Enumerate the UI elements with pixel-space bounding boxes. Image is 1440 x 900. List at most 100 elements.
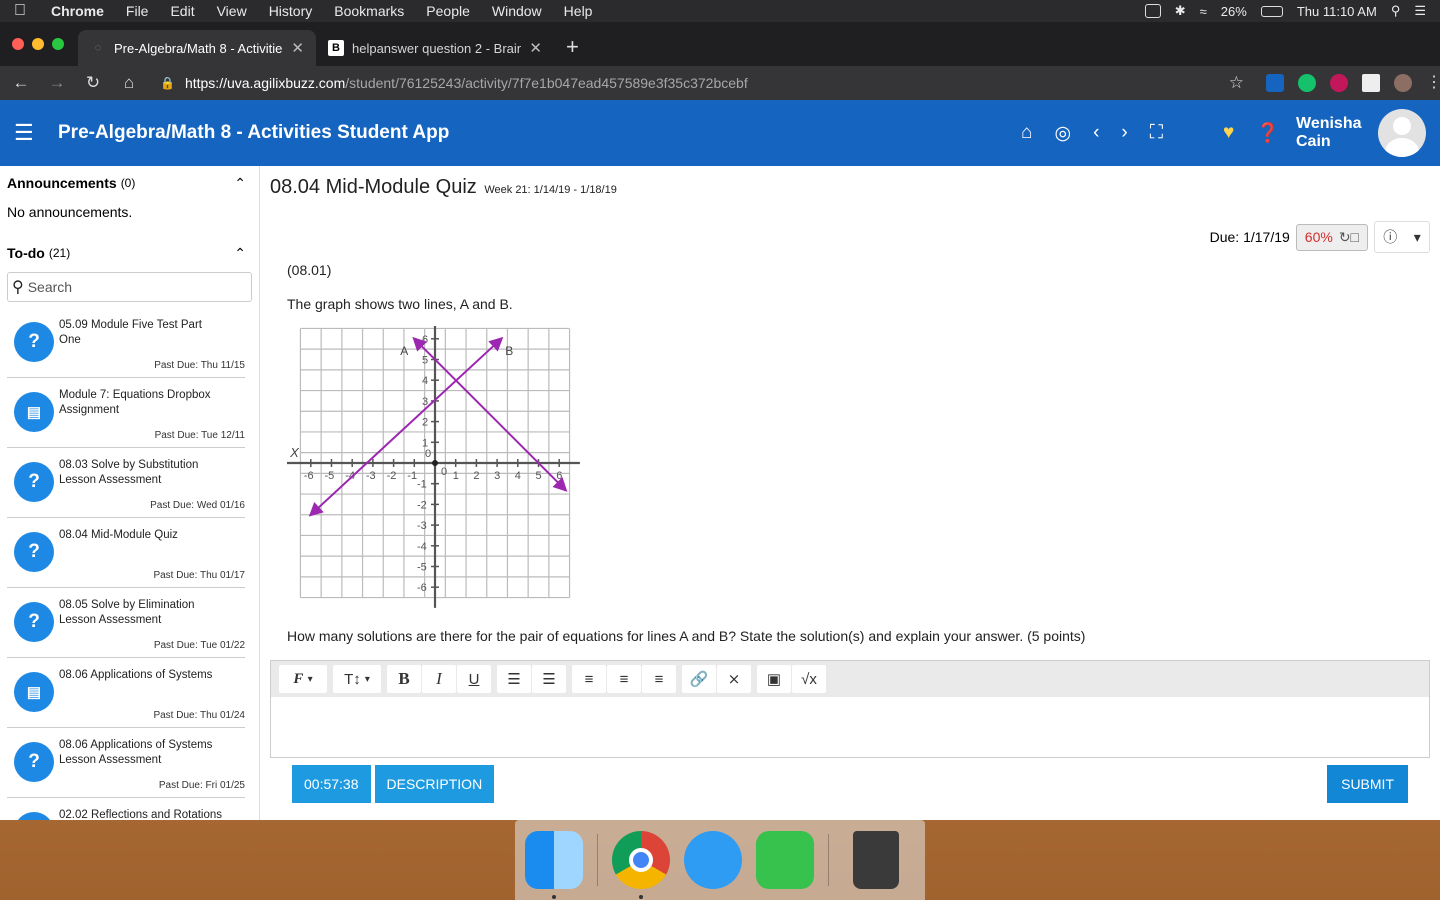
- extension-ie-icon[interactable]: [1362, 74, 1380, 92]
- y-tick-label: -5: [417, 562, 427, 574]
- score-badge[interactable]: 60% ↻□: [1295, 223, 1368, 251]
- app-title: Pre-Algebra/Math 8 - Activities Student …: [58, 122, 450, 143]
- menu-app-name[interactable]: Chrome: [40, 3, 115, 19]
- chevron-up-icon[interactable]: ⌃: [234, 175, 246, 192]
- x-tick-label: -5: [325, 470, 335, 482]
- tab-close-icon[interactable]: ✕: [291, 39, 304, 57]
- apple-icon[interactable]: : [0, 2, 40, 20]
- menu-history[interactable]: History: [258, 3, 324, 19]
- unlink-icon[interactable]: ⨯: [717, 665, 751, 693]
- user-first-name: Wenisha: [1296, 115, 1362, 132]
- answer-textarea[interactable]: [271, 697, 1429, 757]
- fullscreen-icon[interactable]: ⛶: [1150, 122, 1163, 144]
- origin-label: 0: [441, 466, 447, 478]
- wifi-icon[interactable]: ≈: [1200, 4, 1207, 19]
- bluetooth-icon[interactable]: ✱: [1175, 3, 1186, 19]
- score-value: 60%: [1304, 229, 1333, 245]
- bookmark-star-icon[interactable]: ☆: [1229, 73, 1244, 93]
- new-tab-button[interactable]: +: [554, 34, 591, 66]
- italic-button[interactable]: I: [422, 665, 456, 693]
- clock[interactable]: Thu 11:10 AM: [1297, 4, 1377, 19]
- brainly-icon[interactable]: [1144, 4, 1161, 18]
- messages-icon[interactable]: [684, 831, 742, 889]
- search-icon: ⚲: [12, 279, 24, 296]
- submit-button[interactable]: SUBMIT: [1327, 765, 1408, 803]
- heart-extension-icon[interactable]: [1330, 74, 1348, 92]
- trash-icon[interactable]: [853, 831, 899, 889]
- zoom-window-button[interactable]: [52, 38, 64, 50]
- battery-icon[interactable]: [1260, 5, 1283, 17]
- todo-item[interactable]: ? 02.02 Reflections and Rotations: [7, 798, 245, 820]
- todo-item[interactable]: ▤ 08.06 Applications of Systems Past Due: …: [7, 658, 245, 728]
- site-favicon-icon: ◌: [94, 42, 102, 54]
- align-left-icon[interactable]: ≡: [572, 665, 606, 693]
- todo-search-input[interactable]: ⚲ Search: [7, 272, 252, 302]
- info-dropdown-button[interactable]: ⓘ ▾: [1374, 221, 1430, 253]
- battery-percent[interactable]: 26%: [1221, 4, 1247, 19]
- address-bar[interactable]: 🔒 https://uva.agilixbuzz.com/student/761…: [154, 70, 1252, 96]
- font-family-button[interactable]: F ▾: [279, 665, 327, 693]
- lock-icon[interactable]: 🔒: [160, 76, 175, 90]
- chrome-menu-icon[interactable]: ⋮: [1426, 74, 1440, 92]
- todo-item[interactable]: ? 08.06 Applications of Systems Lesson As…: [7, 728, 245, 798]
- running-indicator: [639, 895, 643, 899]
- link-icon[interactable]: 🔗: [682, 665, 716, 693]
- tab-brainly[interactable]: B helpanswer question 2 - Brainly ✕: [316, 30, 554, 66]
- underline-button[interactable]: U: [457, 665, 491, 693]
- back-icon[interactable]: ←: [10, 73, 32, 93]
- chevron-right-icon[interactable]: ›: [1121, 122, 1127, 144]
- todo-item[interactable]: ? 08.04 Mid-Module Quiz Past Due: Thu 01/1…: [7, 518, 245, 588]
- menu-help[interactable]: Help: [553, 3, 604, 19]
- bullet-list-icon[interactable]: ☰: [497, 665, 531, 693]
- spotlight-search-icon[interactable]: ⚲: [1391, 3, 1401, 19]
- minimize-window-button[interactable]: [32, 38, 44, 50]
- app-header: ☰ Pre-Algebra/Math 8 - Activities Studen…: [0, 100, 1440, 166]
- align-right-icon[interactable]: ≡: [642, 665, 676, 693]
- font-size-button[interactable]: T↕ ▾: [333, 665, 381, 693]
- chevron-up-icon[interactable]: ⌃: [234, 245, 246, 262]
- facetime-icon[interactable]: [756, 831, 814, 889]
- profile-avatar-icon[interactable]: [1394, 74, 1412, 92]
- hamburger-menu-icon[interactable]: ☰: [14, 120, 58, 146]
- menu-window[interactable]: Window: [481, 3, 553, 19]
- todo-item[interactable]: ? 05.09 Module Five Test Part One Past Due…: [7, 308, 245, 378]
- image-icon[interactable]: ▣: [757, 665, 791, 693]
- help-icon[interactable]: ❓: [1256, 121, 1280, 145]
- menu-people[interactable]: People: [415, 3, 481, 19]
- forward-icon[interactable]: →: [46, 73, 68, 93]
- home-icon[interactable]: ⌂: [1021, 122, 1032, 144]
- tab-pre-algebra[interactable]: ◌ Pre-Algebra/Math 8 - Activities ✕: [78, 30, 316, 66]
- grammarly-icon[interactable]: [1298, 74, 1316, 92]
- equation-icon[interactable]: √x: [792, 665, 826, 693]
- close-window-button[interactable]: [12, 38, 24, 50]
- rainbow-heart-icon[interactable]: ♥: [1223, 122, 1234, 144]
- tab-strip: ◌ Pre-Algebra/Math 8 - Activities ✕ B he…: [0, 22, 1440, 66]
- chrome-icon[interactable]: [612, 831, 670, 899]
- user-name[interactable]: Wenisha Cain: [1296, 115, 1372, 151]
- menu-view[interactable]: View: [206, 3, 258, 19]
- tab-close-icon[interactable]: ✕: [529, 39, 542, 57]
- activity-target-icon[interactable]: ◎: [1054, 122, 1071, 145]
- bold-button[interactable]: B: [387, 665, 421, 693]
- user-avatar[interactable]: [1378, 109, 1426, 157]
- description-button[interactable]: DESCRIPTION: [374, 765, 495, 803]
- todo-header[interactable]: To-do (21) ⌃: [0, 236, 259, 270]
- notification-center-icon[interactable]: ☰: [1414, 3, 1426, 19]
- align-center-icon[interactable]: ≡: [607, 665, 641, 693]
- reload-icon[interactable]: ↻: [82, 73, 104, 93]
- announcements-header[interactable]: Announcements (0) ⌃: [0, 166, 259, 200]
- todo-title: 08.03 Solve by Substitution Lesson Asses…: [59, 459, 199, 486]
- todo-item[interactable]: ▤ Module 7: Equations Dropbox Assignment P…: [7, 378, 245, 448]
- home-icon[interactable]: ⌂: [118, 73, 140, 93]
- extension-m-icon[interactable]: [1266, 74, 1284, 92]
- todo-item[interactable]: ? 08.03 Solve by Substitution Lesson Asse…: [7, 448, 245, 518]
- y-tick-label: -4: [417, 541, 427, 553]
- timer-button[interactable]: 00:57:38: [292, 765, 371, 803]
- menu-file[interactable]: File: [115, 3, 160, 19]
- todo-item[interactable]: ? 08.05 Solve by Elimination Lesson Asses…: [7, 588, 245, 658]
- chevron-left-icon[interactable]: ‹: [1093, 122, 1099, 144]
- finder-icon[interactable]: [525, 831, 583, 899]
- menu-edit[interactable]: Edit: [159, 3, 205, 19]
- numbered-list-icon[interactable]: ☰: [532, 665, 566, 693]
- menu-bookmarks[interactable]: Bookmarks: [323, 3, 415, 19]
